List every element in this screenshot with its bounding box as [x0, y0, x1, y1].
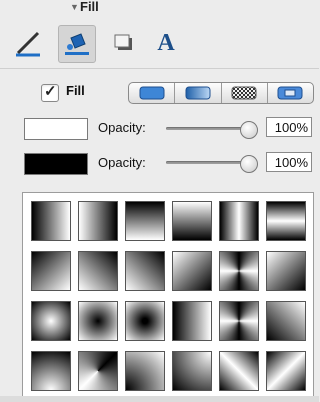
solid-fill-icon — [139, 86, 165, 100]
fill-color-well[interactable] — [24, 118, 88, 140]
slider-knob[interactable] — [240, 121, 258, 139]
gradient-preset-tile[interactable] — [78, 351, 118, 391]
inspector-toolbar: A — [0, 18, 319, 69]
text-tool-button[interactable]: A — [148, 25, 184, 61]
gradient-fill-icon — [185, 86, 211, 100]
pen-icon — [16, 31, 40, 57]
gradient-preset-tile[interactable] — [31, 201, 71, 241]
fill-label: Fill — [66, 83, 85, 98]
gradient-preset-tile[interactable] — [219, 251, 259, 291]
fill-tool-button[interactable] — [58, 25, 96, 63]
fill-opacity-slider[interactable] — [166, 121, 258, 139]
fill-checkbox[interactable]: ✓ — [41, 83, 59, 102]
gradient-preset-tile[interactable] — [31, 301, 71, 341]
gradient-preset-tile[interactable] — [266, 301, 306, 341]
fill-type-segmented-control[interactable] — [128, 82, 314, 104]
gradient-preset-tile[interactable] — [78, 251, 118, 291]
panel-bottom-edge — [0, 396, 319, 402]
gradient-preset-tile[interactable] — [31, 351, 71, 391]
gradient-preset-tile[interactable] — [78, 301, 118, 341]
gradient-preset-tile[interactable] — [172, 201, 212, 241]
gradient-preset-tile[interactable] — [172, 351, 212, 391]
gradient-preset-tile[interactable] — [172, 251, 212, 291]
checkmark-icon: ✓ — [44, 83, 57, 100]
gradient-preset-tile[interactable] — [219, 351, 259, 391]
fill-opacity-field[interactable]: 100% — [266, 117, 312, 137]
section-title: Fill — [80, 0, 99, 14]
gradient-preset-tile[interactable] — [125, 351, 165, 391]
disclosure-triangle-icon[interactable]: ▼ — [70, 2, 79, 12]
gradient-preset-tile[interactable] — [125, 251, 165, 291]
text-A-icon: A — [157, 29, 175, 56]
gradient-preset-tile[interactable] — [125, 301, 165, 341]
fill-opacity-label: Opacity: — [98, 120, 146, 135]
pattern-fill-icon — [231, 86, 257, 100]
gradient-opacity-field[interactable]: 100% — [266, 152, 312, 172]
gradient-opacity-slider[interactable] — [166, 155, 258, 173]
gradient-fill-segment[interactable] — [175, 83, 222, 103]
gradient-preset-tile[interactable] — [266, 351, 306, 391]
gradient-preset-tile[interactable] — [266, 251, 306, 291]
fill-style-row: ✓ Fill — [0, 80, 319, 106]
gradient-presets-grid — [22, 192, 314, 400]
inspector-header: ▼ Fill — [0, 0, 319, 14]
shadow-box-icon — [114, 34, 132, 50]
gradient-preset-tile[interactable] — [219, 201, 259, 241]
image-fill-icon — [277, 86, 303, 100]
gradient-opacity-label: Opacity: — [98, 155, 146, 170]
solid-fill-segment[interactable] — [129, 83, 176, 103]
gradient-preset-tile[interactable] — [78, 201, 118, 241]
gradient-color-well[interactable] — [24, 153, 88, 175]
shadow-tool-button[interactable] — [106, 25, 142, 61]
pattern-fill-segment[interactable] — [222, 83, 268, 103]
gradient-preset-tile[interactable] — [266, 201, 306, 241]
slider-knob[interactable] — [240, 155, 258, 173]
gradient-preset-tile[interactable] — [125, 201, 165, 241]
image-fill-segment[interactable] — [268, 83, 313, 103]
gradient-preset-tile[interactable] — [172, 301, 212, 341]
paint-bucket-icon — [65, 33, 89, 55]
gradient-preset-tile[interactable] — [31, 251, 71, 291]
stroke-tool-button[interactable] — [10, 25, 46, 61]
gradient-preset-tile[interactable] — [219, 301, 259, 341]
